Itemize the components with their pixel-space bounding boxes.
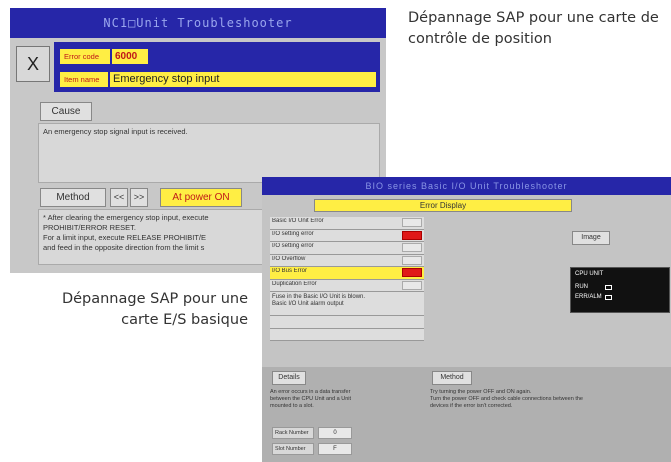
- cpu-run-label: RUN: [575, 284, 588, 290]
- error-indicator: [402, 243, 422, 252]
- nc-window-title: NC1□Unit Troubleshooter: [103, 16, 293, 30]
- error-row-label: I/O Overflow: [272, 255, 306, 262]
- close-button[interactable]: X: [16, 46, 50, 82]
- details-text: An error occurs in a data transfer betwe…: [270, 389, 422, 410]
- at-power-on-button[interactable]: At power ON: [160, 188, 242, 207]
- item-name-value: Emergency stop input: [110, 72, 376, 87]
- error-row-selected[interactable]: I/O Bus Error: [270, 267, 424, 280]
- cpu-alarm-label: ERR/ALM: [575, 294, 602, 300]
- error-row[interactable]: Basic I/O Unit Error: [270, 217, 424, 230]
- error-header: Error code 6000 Item name Emergency stop…: [54, 42, 380, 92]
- error-list: Basic I/O Unit Error I/O setting error I…: [270, 217, 424, 341]
- error-row[interactable]: I/O setting error: [270, 242, 424, 255]
- error-note-line: Basic I/O Unit alarm output: [272, 301, 344, 307]
- error-indicator: [402, 230, 422, 240]
- error-indicator: [402, 268, 422, 277]
- details-panel: Details Method An error occurs in a data…: [262, 367, 671, 462]
- error-row[interactable]: I/O Overflow: [270, 254, 424, 267]
- details-line: between the CPU Unit and a Unit: [270, 396, 352, 402]
- details-line: mounted to a slot.: [270, 403, 314, 409]
- error-row-empty: [270, 316, 424, 329]
- error-indicator: [402, 280, 422, 290]
- caption-position-control: Dépannage SAP pour une carte de contrôle…: [408, 10, 659, 47]
- error-row-label: Basic I/O Unit Error: [272, 218, 324, 224]
- error-row[interactable]: I/O setting error: [270, 229, 424, 242]
- error-note-line: Fuse in the Basic I/O Unit is blown.: [272, 294, 366, 300]
- error-indicator: [402, 218, 422, 227]
- run-led-icon: [605, 285, 612, 290]
- error-row-label: I/O setting error: [272, 243, 314, 249]
- details-line: An error occurs in a data transfer: [270, 389, 351, 395]
- details-button[interactable]: Details: [272, 371, 306, 385]
- io-troubleshooter-window: BIO series Basic I/O Unit Troubleshooter…: [262, 177, 671, 462]
- item-name-label: Item name: [60, 72, 108, 87]
- error-row[interactable]: Duplication Error: [270, 279, 424, 292]
- cpu-title: CPU UNIT: [575, 271, 604, 277]
- image-button[interactable]: Image: [572, 231, 610, 245]
- io-window-body: Error Display Basic I/O Unit Error I/O s…: [262, 195, 671, 462]
- cause-button[interactable]: Cause: [40, 102, 92, 121]
- cause-text: An emergency stop signal input is receiv…: [38, 123, 380, 183]
- cpu-unit-image: CPU UNIT RUN ERR/ALM: [570, 267, 670, 313]
- method-text: Try turning the power OFF and ON again. …: [430, 389, 670, 410]
- error-note: Fuse in the Basic I/O Unit is blown. Bas…: [270, 292, 424, 316]
- prev-button[interactable]: <<: [110, 188, 128, 207]
- method-line: Turn the power OFF and check cable conne…: [430, 396, 583, 402]
- error-display-header: Error Display: [314, 199, 572, 212]
- slot-number-value: F: [318, 443, 352, 455]
- error-code-label: Error code: [60, 49, 110, 64]
- io-window-title: BIO series Basic I/O Unit Troubleshooter: [365, 181, 568, 191]
- caption-basic-io: Dépannage SAP pour une carte E/S basique: [61, 291, 248, 328]
- rack-number-value: 0: [318, 427, 352, 439]
- error-indicator: [402, 255, 422, 265]
- error-row-label: I/O Bus Error: [272, 268, 308, 274]
- alarm-led-icon: [605, 295, 612, 300]
- method-line: Try turning the power OFF and ON again.: [430, 389, 532, 395]
- rack-number-label: Rack Number: [272, 427, 314, 439]
- error-row-empty: [270, 328, 424, 341]
- method-button[interactable]: Method: [40, 188, 106, 207]
- slot-number-label: Slot Number: [272, 443, 314, 455]
- method-line: devices if the error isn't corrected.: [430, 403, 513, 409]
- error-row-label: Duplication Error: [272, 280, 317, 287]
- next-button[interactable]: >>: [130, 188, 148, 207]
- method-button[interactable]: Method: [432, 371, 472, 385]
- error-row-label: I/O setting error: [272, 230, 314, 237]
- error-code-value: 6000: [112, 49, 148, 64]
